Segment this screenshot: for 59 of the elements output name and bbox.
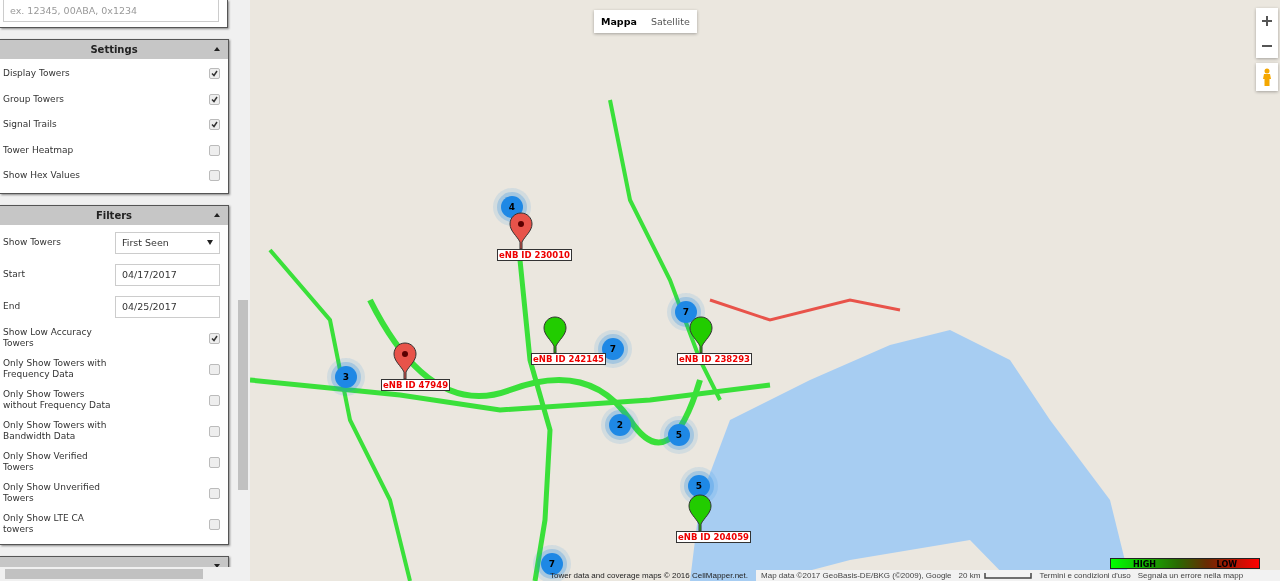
option-label: Signal Trails <box>3 119 57 131</box>
tower-label: eNB ID 242145 <box>531 353 606 365</box>
field-label: Start <box>3 269 25 280</box>
scale-label: 20 km <box>958 570 981 581</box>
checkbox[interactable] <box>209 394 220 406</box>
date-field[interactable]: 04/17/2017 <box>115 263 220 286</box>
caret-icon <box>214 47 220 51</box>
signal-legend: HIGH LOW <box>1110 558 1260 569</box>
tower-label: eNB ID 204059 <box>676 531 751 543</box>
map-tile-drawing[interactable] <box>250 0 1280 581</box>
checkbox[interactable] <box>209 119 220 131</box>
scale-bar-icon <box>984 572 1033 579</box>
option-label: Tower Heatmap <box>3 144 74 156</box>
option-label: Show Hex Values <box>3 170 80 182</box>
checkbox[interactable] <box>209 144 220 156</box>
tower-label: eNB ID 47949 <box>381 379 451 391</box>
option-label: Only Show Unverified Towers <box>3 482 101 504</box>
option-label: Display Towers <box>3 68 70 80</box>
field-label: Show Towers <box>3 237 61 248</box>
option-label: Only Show Towers with Frequency Data <box>3 358 108 380</box>
map-pin-icon[interactable] <box>509 212 533 250</box>
checkbox[interactable] <box>209 68 220 80</box>
map-data-credit: Map data ©2017 GeoBasis-DE/BKG (©2009), Google <box>761 570 952 581</box>
caret-icon <box>214 212 220 217</box>
checkbox[interactable] <box>209 170 220 182</box>
map-type-tab[interactable]: Satellite <box>643 10 697 33</box>
checkbox[interactable] <box>209 518 220 530</box>
map-pin-icon[interactable] <box>543 316 567 354</box>
map-footer-link[interactable]: Termini e condizioni d'uso <box>1039 570 1131 581</box>
option-label: Only Show Towers without Frequency Data <box>3 389 111 411</box>
dropdown-caret-icon <box>207 240 213 245</box>
map-footer-link[interactable]: Segnala un errore nella mapp <box>1137 570 1244 581</box>
checkbox[interactable] <box>209 425 220 437</box>
plus-icon <box>1262 15 1272 26</box>
date-field[interactable]: 04/25/2017 <box>115 295 220 318</box>
zoom-out-button[interactable] <box>1256 33 1278 58</box>
panel-header[interactable]: Settings <box>0 40 228 59</box>
option-label: Group Towers <box>3 93 65 105</box>
tower-label: eNB ID 230010 <box>497 249 572 261</box>
option-label: Show Low Accuracy Towers <box>3 327 93 349</box>
option-label: Only Show Verified Towers <box>3 451 89 473</box>
checkbox[interactable] <box>209 487 220 499</box>
map-type-tab[interactable]: Mappa <box>594 10 644 33</box>
map-pin-icon[interactable] <box>689 316 713 354</box>
field-label: End <box>3 301 21 312</box>
option-label: Only Show Towers with Bandwidth Data <box>3 420 108 442</box>
person-icon <box>1262 68 1272 86</box>
search-field[interactable]: ex. 12345, 00ABA, 0x1234 <box>3 0 219 22</box>
zoom-in-button[interactable] <box>1256 8 1278 33</box>
select-field[interactable]: First Seen <box>115 231 220 254</box>
map-pin-icon[interactable] <box>688 494 712 532</box>
checkbox[interactable] <box>209 456 220 468</box>
checkbox[interactable] <box>209 332 220 344</box>
panel-header[interactable]: Filters <box>0 205 228 225</box>
map-pin-icon[interactable] <box>393 342 417 380</box>
tower-label: eNB ID 238293 <box>677 353 752 365</box>
checkbox[interactable] <box>209 93 220 105</box>
checkbox[interactable] <box>209 363 220 375</box>
option-label: Only Show LTE CA towers <box>3 513 85 535</box>
